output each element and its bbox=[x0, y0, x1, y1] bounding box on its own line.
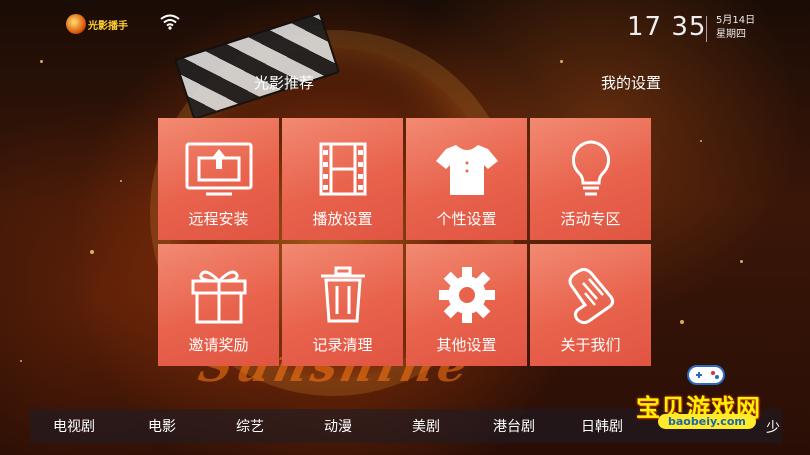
date-divider bbox=[706, 16, 707, 42]
date: 5月14日 星期四 bbox=[716, 14, 755, 42]
tile-label: 记录清理 bbox=[312, 336, 373, 354]
tile-personal-settings[interactable]: 个性设置 bbox=[406, 118, 527, 240]
tab-my-settings[interactable]: 我的设置 bbox=[601, 72, 661, 93]
nav-partial-item[interactable]: 少 bbox=[766, 417, 780, 437]
tile-playback-settings[interactable]: 播放设置 bbox=[282, 118, 403, 240]
app-logo: 光影播手 bbox=[66, 14, 128, 34]
scroll-icon bbox=[565, 264, 617, 326]
tile-label: 远程安装 bbox=[188, 210, 249, 228]
sparkle bbox=[680, 320, 684, 324]
date-day: 5月14日 bbox=[716, 15, 756, 26]
tile-label: 关于我们 bbox=[560, 336, 621, 354]
clock: 17 35 bbox=[627, 12, 707, 42]
nav-tv-series[interactable]: 电视剧 bbox=[30, 416, 118, 436]
lightbulb-icon bbox=[569, 138, 613, 200]
nav-movies[interactable]: 电影 bbox=[118, 416, 206, 436]
trash-icon bbox=[318, 264, 368, 326]
gear-icon bbox=[437, 264, 497, 326]
tshirt-icon bbox=[434, 138, 500, 200]
sparkle bbox=[740, 260, 743, 263]
sparkle bbox=[700, 140, 702, 142]
tile-activity-zone[interactable]: 活动专区 bbox=[530, 118, 651, 240]
tab-recommend[interactable]: 光影推荐 bbox=[254, 72, 314, 93]
remote-install-icon bbox=[184, 138, 254, 200]
tile-label: 播放设置 bbox=[312, 210, 373, 228]
nav-variety[interactable]: 综艺 bbox=[206, 416, 294, 436]
logo-text: 光影播手 bbox=[88, 20, 128, 32]
sparkle bbox=[120, 180, 122, 182]
tile-label: 邀请奖励 bbox=[188, 336, 249, 354]
tile-invite-rewards[interactable]: 邀请奖励 bbox=[158, 244, 279, 366]
logo-ball-icon bbox=[66, 14, 86, 34]
sparkle bbox=[560, 60, 563, 63]
date-weekday: 星期四 bbox=[716, 29, 746, 40]
tile-remote-install[interactable]: 远程安装 bbox=[158, 118, 279, 240]
nav-jp-kr-drama[interactable]: 日韩剧 bbox=[558, 416, 646, 436]
tile-other-settings[interactable]: 其他设置 bbox=[406, 244, 527, 366]
tile-label: 活动专区 bbox=[560, 210, 621, 228]
wifi-icon bbox=[160, 14, 180, 34]
sparkle bbox=[40, 60, 43, 63]
sparkle bbox=[90, 250, 94, 254]
tile-clear-records[interactable]: 记录清理 bbox=[282, 244, 403, 366]
tile-label: 其他设置 bbox=[436, 336, 497, 354]
watermark-url: baobeiy.com bbox=[658, 414, 756, 429]
tile-label: 个性设置 bbox=[436, 210, 497, 228]
nav-hk-tw-drama[interactable]: 港台剧 bbox=[470, 416, 558, 436]
gift-icon bbox=[189, 264, 249, 326]
settings-grid: 远程安装 播放设置 个性设置 活动专区 邀请奖励 记录清理 其他设置 关于我们 bbox=[158, 118, 652, 366]
tile-about-us[interactable]: 关于我们 bbox=[530, 244, 651, 366]
film-icon bbox=[318, 138, 368, 200]
sparkle bbox=[20, 360, 22, 362]
nav-us-drama[interactable]: 美剧 bbox=[382, 416, 470, 436]
nav-anime[interactable]: 动漫 bbox=[294, 416, 382, 436]
